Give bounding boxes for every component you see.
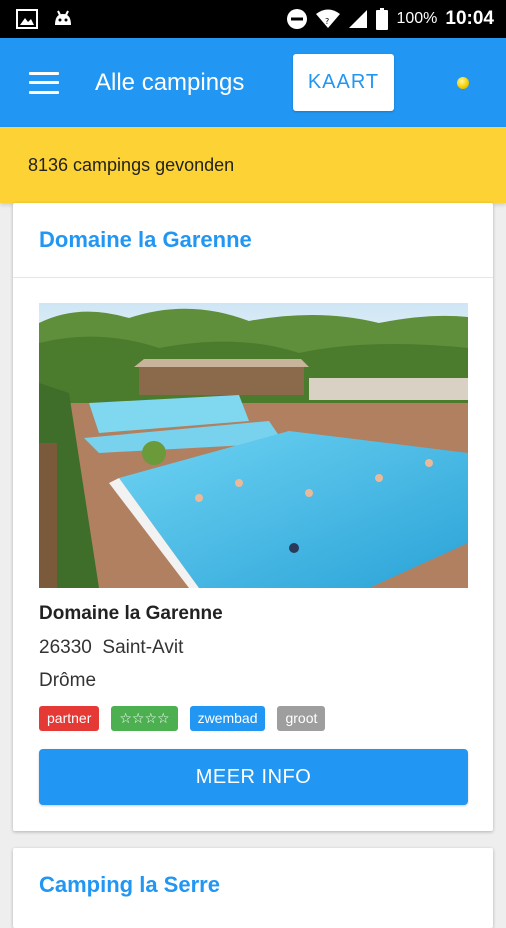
- android-icon: [55, 10, 71, 25]
- camping-card[interactable]: Domaine la Garenne Domaine la Garenne 26…: [13, 203, 493, 831]
- camping-address: 26330 Saint-Avit: [39, 637, 184, 658]
- tag-partner: partner: [39, 706, 100, 731]
- card-header: Camping la Serre: [13, 848, 493, 922]
- tag-swimming-pool: zwembad: [189, 706, 266, 731]
- tag-list: partner ☆☆☆☆ zwembad groot: [39, 706, 326, 731]
- app-bar: Alle campings KAART: [0, 38, 506, 127]
- camping-photo[interactable]: [39, 303, 468, 588]
- image-icon: [16, 9, 38, 29]
- camping-title[interactable]: Domaine la Garenne: [39, 227, 252, 253]
- results-count: 8136 campings gevonden: [28, 154, 235, 175]
- camping-region: Drôme: [39, 670, 97, 691]
- do-not-disturb-icon: [287, 9, 308, 29]
- battery-icon: [376, 8, 389, 30]
- map-button[interactable]: KAART: [293, 54, 394, 111]
- menu-icon[interactable]: [29, 71, 59, 94]
- tag-stars: ☆☆☆☆: [111, 706, 178, 731]
- svg-text:?: ?: [325, 17, 329, 26]
- camping-card[interactable]: Camping la Serre: [13, 848, 493, 928]
- camping-title[interactable]: Camping la Serre: [39, 872, 220, 898]
- wifi-icon: ?: [316, 9, 341, 28]
- signal-icon: [349, 10, 368, 28]
- clock: 10:04: [445, 8, 494, 29]
- tag-size: groot: [277, 706, 326, 731]
- more-info-button[interactable]: MEER INFO: [39, 749, 468, 805]
- status-bar: ? 100% 10:04: [0, 0, 506, 38]
- battery-percentage: 100%: [396, 10, 438, 27]
- page-title: Alle campings: [95, 68, 245, 96]
- results-banner: 8136 campings gevonden: [0, 127, 506, 203]
- camping-name: Domaine la Garenne: [39, 603, 223, 624]
- status-dot-icon: [457, 77, 469, 89]
- card-header: Domaine la Garenne: [13, 203, 493, 278]
